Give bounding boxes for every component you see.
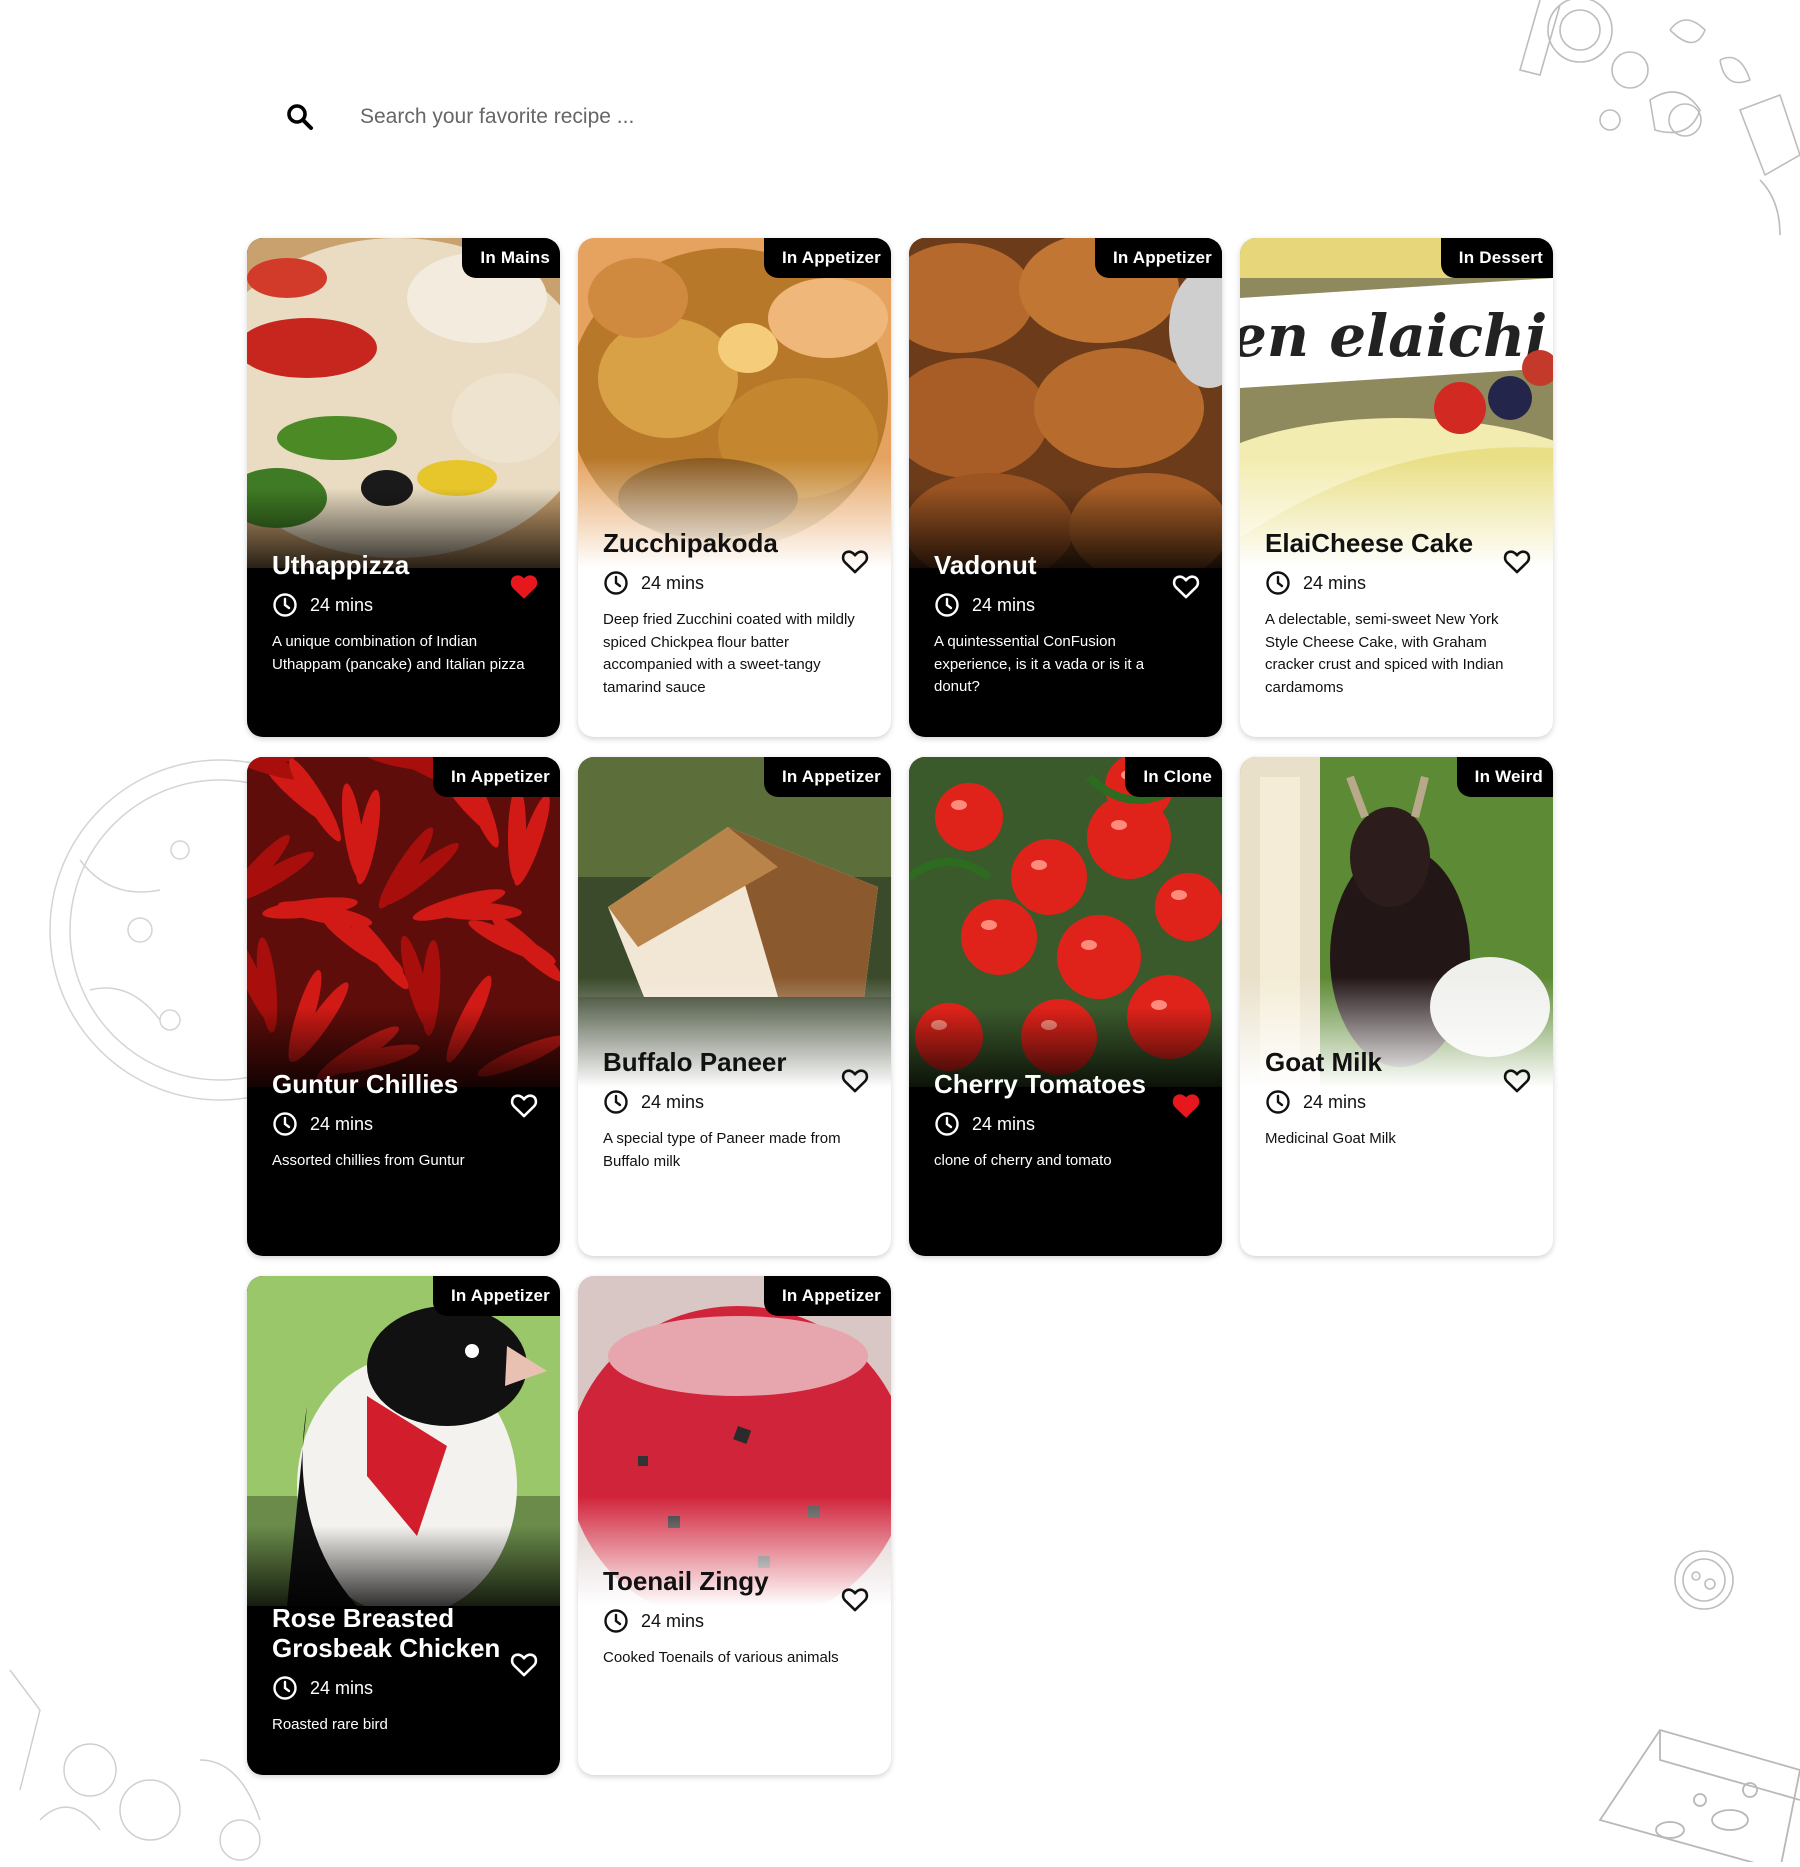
favorite-heart-icon[interactable]: [510, 1651, 538, 1679]
recipe-title[interactable]: Guntur Chillies: [272, 1069, 512, 1099]
category-badge: In Dessert: [1440, 238, 1553, 278]
recipe-card[interactable]: In Appetizer Vadonut 24 mins A quintesse…: [909, 238, 1222, 737]
recipe-title[interactable]: Vadonut: [934, 550, 1174, 580]
image-caption: en elaichi c: [1240, 302, 1553, 370]
recipe-card[interactable]: In Appetizer Guntur Chillies 24 mins Ass…: [247, 757, 560, 1256]
card-body: Buffalo Paneer 24 mins A special type of…: [603, 1047, 869, 1173]
card-body: Goat Milk 24 mins Medicinal Goat Milk: [1265, 1047, 1531, 1151]
cook-time: 24 mins: [1265, 570, 1531, 596]
recipe-description: Medicinal Goat Milk: [1265, 1130, 1396, 1147]
favorite-heart-icon[interactable]: [510, 1092, 538, 1120]
cook-time-label: 24 mins: [641, 1091, 705, 1112]
search-input[interactable]: [358, 104, 822, 130]
clock-icon: [1265, 570, 1291, 596]
cook-time: 24 mins: [272, 1111, 538, 1137]
favorite-heart-icon[interactable]: [1503, 548, 1531, 576]
cook-time: 24 mins: [934, 1111, 1200, 1137]
recipe-title[interactable]: Rose Breasted Grosbeak Chicken: [272, 1603, 512, 1663]
cook-time: 24 mins: [603, 1089, 869, 1115]
recipe-description: clone of cherry and tomato: [934, 1152, 1112, 1169]
recipe-description: A quintessential ConFusion experience, i…: [934, 633, 1145, 695]
favorite-heart-icon[interactable]: [1503, 1067, 1531, 1095]
category-badge: In Clone: [1125, 757, 1222, 797]
cheese-doodle-bottom-right: [1590, 1690, 1800, 1867]
card-body: ElaiCheese Cake 24 mins A delectable, se…: [1265, 528, 1531, 699]
food-doodle-top-right: [1480, 0, 1800, 240]
recipe-description: A delectable, semi-sweet New York Style …: [1265, 611, 1504, 696]
recipe-card[interactable]: In Appetizer Toenail Zingy 24 mins Cooke…: [578, 1276, 891, 1775]
recipe-description: Cooked Toenails of various animals: [603, 1649, 839, 1666]
cook-time-label: 24 mins: [641, 1610, 705, 1631]
card-body: Cherry Tomatoes 24 mins clone of cherry …: [934, 1069, 1200, 1173]
recipe-title[interactable]: Goat Milk: [1265, 1047, 1505, 1077]
card-body: Toenail Zingy 24 mins Cooked Toenails of…: [603, 1566, 869, 1670]
card-body: Zucchipakoda 24 mins Deep fried Zucchini…: [603, 528, 869, 699]
card-body: Uthappizza 24 mins A unique combination …: [272, 550, 538, 676]
recipe-description: Roasted rare bird: [272, 1716, 388, 1733]
card-body: Guntur Chillies 24 mins Assorted chillie…: [272, 1069, 538, 1173]
card-body: Vadonut 24 mins A quintessential ConFusi…: [934, 550, 1200, 699]
recipe-grid: In Mains Uthappizza 24 mins A unique com…: [247, 238, 1553, 1775]
cook-time: 24 mins: [272, 1675, 538, 1701]
recipe-card[interactable]: In Clone Cherry Tomatoes 24 mins clone o…: [909, 757, 1222, 1256]
cook-time-label: 24 mins: [1303, 1091, 1367, 1112]
category-badge: In Mains: [462, 238, 560, 278]
category-badge: In Weird: [1456, 757, 1553, 797]
cook-time: 24 mins: [934, 592, 1200, 618]
clock-icon: [272, 1111, 298, 1137]
search-icon[interactable]: [280, 97, 320, 137]
category-badge: In Appetizer: [763, 1276, 891, 1316]
search-bar: [280, 92, 840, 142]
recipe-title[interactable]: Toenail Zingy: [603, 1566, 843, 1596]
recipe-description: Deep fried Zucchini coated with mildly s…: [603, 611, 855, 696]
recipe-card[interactable]: In Weird Goat Milk 24 mins Medicinal Goa…: [1240, 757, 1553, 1256]
cook-time-label: 24 mins: [310, 1113, 374, 1134]
cook-time: 24 mins: [603, 1608, 869, 1634]
clock-icon: [603, 570, 629, 596]
cook-time-label: 24 mins: [972, 594, 1036, 615]
category-badge: In Appetizer: [432, 757, 560, 797]
favorite-heart-icon[interactable]: [841, 548, 869, 576]
favorite-heart-icon[interactable]: [841, 1586, 869, 1614]
clock-icon: [934, 592, 960, 618]
clock-icon: [603, 1089, 629, 1115]
clock-icon: [603, 1608, 629, 1634]
recipe-card[interactable]: In Appetizer Buffalo Paneer 24 mins A sp…: [578, 757, 891, 1256]
recipe-title[interactable]: Cherry Tomatoes: [934, 1069, 1174, 1099]
cook-time-label: 24 mins: [310, 594, 374, 615]
pizza-doodle-left: [20, 740, 391, 1120]
recipe-card[interactable]: In Appetizer Zucchipakoda 24 mins Deep f…: [578, 238, 891, 737]
recipe-card[interactable]: In Appetizer Rose Breasted Grosbeak Chic…: [247, 1276, 560, 1775]
favorite-heart-icon[interactable]: [1172, 573, 1200, 601]
clock-icon: [1265, 1089, 1291, 1115]
favorite-heart-icon[interactable]: [510, 573, 538, 601]
recipe-card[interactable]: In Mains Uthappizza 24 mins A unique com…: [247, 238, 560, 737]
favorite-heart-icon[interactable]: [1172, 1092, 1200, 1120]
cook-time: 24 mins: [272, 592, 538, 618]
category-badge: In Appetizer: [432, 1276, 560, 1316]
cook-time: 24 mins: [603, 570, 869, 596]
card-body: Rose Breasted Grosbeak Chicken 24 mins R…: [272, 1603, 538, 1737]
recipe-title[interactable]: Buffalo Paneer: [603, 1047, 843, 1077]
recipe-title[interactable]: Zucchipakoda: [603, 528, 843, 558]
recipe-card[interactable]: en elaichi c In Dessert ElaiCheese Cake …: [1240, 238, 1553, 737]
clock-icon: [272, 1675, 298, 1701]
cook-time-label: 24 mins: [1303, 572, 1367, 593]
recipe-description: A unique combination of Indian Uthappam …: [272, 633, 525, 673]
cookie-doodle-right: [1672, 1548, 1736, 1612]
category-badge: In Appetizer: [763, 238, 891, 278]
recipe-description: A special type of Paneer made from Buffa…: [603, 1130, 841, 1170]
recipe-description: Assorted chillies from Guntur: [272, 1152, 465, 1169]
cook-time-label: 24 mins: [972, 1113, 1036, 1134]
favorite-heart-icon[interactable]: [841, 1067, 869, 1095]
clock-icon: [272, 592, 298, 618]
cook-time: 24 mins: [1265, 1089, 1531, 1115]
recipe-title[interactable]: ElaiCheese Cake: [1265, 528, 1505, 558]
cook-time-label: 24 mins: [310, 1677, 374, 1698]
category-badge: In Appetizer: [1094, 238, 1222, 278]
cook-time-label: 24 mins: [641, 572, 705, 593]
category-badge: In Appetizer: [763, 757, 891, 797]
clock-icon: [934, 1111, 960, 1137]
recipe-title[interactable]: Uthappizza: [272, 550, 512, 580]
